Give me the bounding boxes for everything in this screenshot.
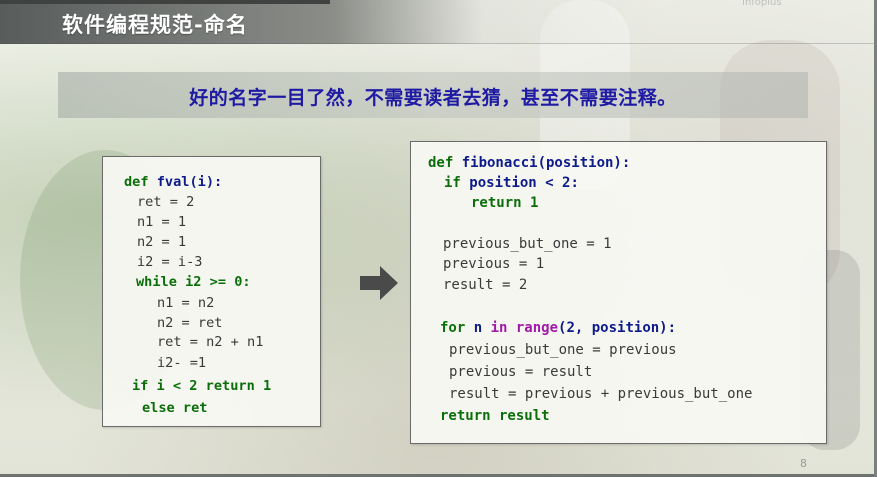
code-line: if position < 2: (444, 175, 579, 192)
code-line: return 1 (471, 195, 539, 211)
slide-background: 软件编程规范-命名 Infoplus 好的名字一目了然，不需要读者去猜，甚至不需… (0, 0, 877, 477)
code-line: n1 = 1 (137, 214, 187, 230)
code-line: n1 = n2 (157, 295, 215, 311)
code-line: result = previous + previous_but_one (449, 386, 753, 402)
code-keyword-in: in (490, 320, 516, 336)
code-function-name: fibonacci(position): (461, 155, 631, 171)
code-line: else ret (142, 400, 208, 416)
code-line: result = 2 (443, 277, 528, 293)
slide-title: 软件编程规范-命名 (62, 13, 248, 37)
code-line: while i2 >= 0: (136, 274, 251, 291)
slide-subtitle: 好的名字一目了然，不需要读者去猜，甚至不需要注释。 (189, 87, 677, 109)
code-line: i2 = i-3 (137, 254, 203, 270)
code-line: return result (440, 408, 550, 424)
code-block-good-naming: def fibonacci(position): if position < 2… (410, 141, 827, 444)
code-keyword: def (428, 155, 462, 171)
code-expression: position < 2: (469, 175, 579, 191)
code-line: ret = 2 (137, 194, 195, 210)
code-keyword: if (444, 175, 470, 191)
right-arrow-icon (360, 266, 398, 300)
code-keyword: def (124, 174, 157, 190)
code-function-name: fval(i): (156, 174, 223, 190)
title-accent-line (0, 0, 330, 4)
code-line: def fval(i): (124, 174, 222, 191)
code-line: def fibonacci(position): (428, 155, 630, 172)
code-line: n2 = 1 (137, 234, 187, 250)
title-bar: 软件编程规范-命名 Infoplus (0, 0, 877, 44)
code-block-bad-naming: def fval(i): ret = 2 n1 = 1 n2 = 1 i2 = … (102, 156, 321, 427)
code-variable: n (473, 320, 491, 336)
code-expression: (2, position): (558, 320, 677, 336)
code-line: n2 = ret (157, 315, 223, 331)
code-builtin: range (515, 320, 559, 336)
code-line: previous = 1 (443, 256, 545, 272)
code-keyword: while i2 >= 0: (136, 274, 251, 290)
code-line: if i < 2 return 1 (132, 378, 272, 394)
faint-watermark-text: Infoplus (742, 0, 782, 8)
subtitle-band: 好的名字一目了然，不需要读者去猜，甚至不需要注释。 (58, 72, 808, 118)
code-line: previous_but_one = 1 (443, 236, 612, 252)
code-line: i2- =1 (157, 355, 207, 371)
page-number: 8 (800, 457, 807, 470)
code-keyword: for (440, 320, 474, 336)
code-line: ret = n2 + n1 (157, 334, 264, 350)
code-line: previous = result (449, 364, 593, 380)
code-line: previous_but_one = previous (449, 342, 677, 358)
code-line: for n in range(2, position): (440, 320, 676, 337)
